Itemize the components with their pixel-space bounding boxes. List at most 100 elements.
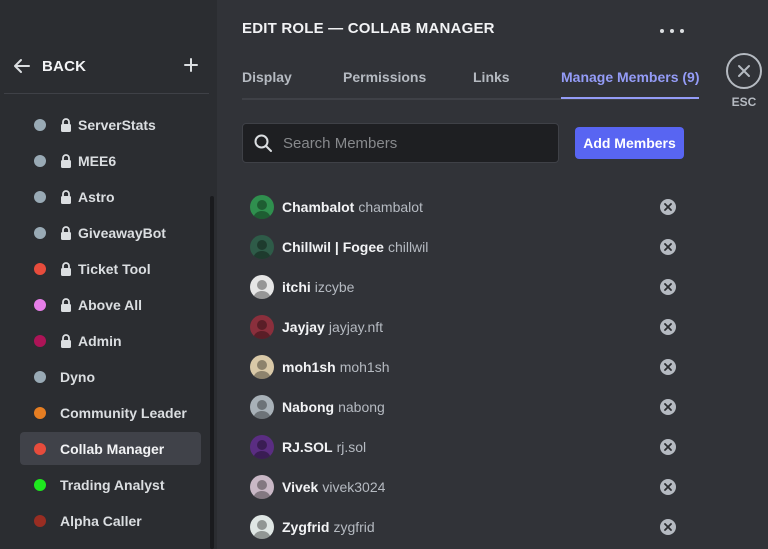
role-name-label: Community Leader	[60, 404, 187, 421]
remove-member-button[interactable]	[660, 239, 676, 255]
member-display-name: Chillwil | Fogee	[282, 239, 384, 255]
tab-bar: Display Permissions Links Manage Members…	[242, 62, 700, 100]
member-display-name: Jayjay	[282, 319, 325, 335]
member-display-name: Vivek	[282, 479, 319, 495]
lock-icon	[60, 297, 72, 312]
remove-member-button[interactable]	[660, 279, 676, 295]
role-color-dot	[34, 262, 46, 275]
sidebar-item-role[interactable]: ServerStats	[20, 108, 201, 141]
role-name-label: Astro	[78, 188, 115, 205]
add-role-button[interactable]	[180, 54, 202, 76]
member-row: itchi izcybe	[242, 267, 690, 307]
member-list: Chambalot chambalot Chillwil | Fogee chillw…	[242, 187, 690, 547]
sidebar-item-role[interactable]: Dyno	[20, 360, 201, 393]
role-color-dot	[34, 154, 46, 167]
sidebar-item-role[interactable]: Ticket Tool	[20, 252, 201, 285]
member-row: Chillwil | Fogee chillwil	[242, 227, 690, 267]
role-name-label: Collab Manager	[60, 440, 165, 457]
sidebar-item-role[interactable]: GiveawayBot	[20, 216, 201, 249]
role-color-dot	[34, 118, 46, 131]
close-button[interactable]	[726, 53, 762, 89]
sidebar-item-role[interactable]: Admin	[20, 324, 201, 357]
role-color-dot	[34, 514, 46, 527]
plus-icon	[184, 58, 198, 72]
remove-member-button[interactable]	[660, 199, 676, 215]
back-label: BACK	[42, 57, 87, 75]
close-group: ESC	[726, 53, 762, 109]
role-name-label: ServerStats	[78, 116, 156, 133]
lock-icon	[60, 117, 72, 132]
esc-label: ESC	[731, 95, 757, 109]
avatar	[250, 355, 274, 379]
member-row: Zygfrid zygfrid	[242, 507, 690, 547]
more-options-button[interactable]	[660, 22, 684, 40]
sidebar-header: BACK	[0, 46, 210, 86]
role-sidebar: BACK ServerStats MEE6 Astro GiveawayBot Tick…	[0, 0, 217, 549]
sidebar-item-role[interactable]: Alpha Caller	[20, 504, 201, 537]
remove-member-button[interactable]	[660, 319, 676, 335]
close-icon	[664, 403, 672, 411]
sidebar-item-role[interactable]: Trading Analyst	[20, 468, 201, 501]
avatar	[250, 275, 274, 299]
sidebar-item-role[interactable]: MEE6	[20, 144, 201, 177]
member-username: vivek3024	[322, 479, 386, 495]
avatar	[250, 195, 274, 219]
lock-icon	[60, 225, 72, 240]
tab-links[interactable]: Links	[473, 69, 510, 97]
avatar	[250, 515, 274, 539]
avatar	[250, 235, 274, 259]
member-username: moh1sh	[339, 359, 390, 375]
close-icon	[664, 283, 672, 291]
member-row: Jayjay jayjay.nft	[242, 307, 690, 347]
remove-member-button[interactable]	[660, 519, 676, 535]
role-color-dot	[34, 370, 46, 383]
role-color-dot	[34, 406, 46, 419]
sidebar-scrollbar-thumb[interactable]	[210, 196, 214, 549]
role-color-dot	[34, 334, 46, 347]
more-dot-icon	[680, 29, 684, 33]
member-row: Chambalot chambalot	[242, 187, 690, 227]
role-name-label: Ticket Tool	[78, 260, 151, 277]
member-display-name: Nabong	[282, 399, 335, 415]
lock-icon	[60, 189, 72, 204]
remove-member-button[interactable]	[660, 479, 676, 495]
role-name-label: Alpha Caller	[60, 512, 142, 529]
avatar	[250, 435, 274, 459]
close-icon	[738, 65, 750, 77]
tab-permissions[interactable]: Permissions	[343, 69, 426, 97]
member-row: Nabong nabong	[242, 387, 690, 427]
role-name-label: GiveawayBot	[78, 224, 166, 241]
avatar	[250, 315, 274, 339]
member-display-name: Zygfrid	[282, 519, 330, 535]
member-row: Vivek vivek3024	[242, 467, 690, 507]
member-username: rj.sol	[336, 439, 367, 455]
sidebar-item-role[interactable]: Astro	[20, 180, 201, 213]
arrow-left-icon	[14, 59, 30, 73]
tab-manage-members[interactable]: Manage Members (9)	[561, 69, 700, 99]
close-icon	[664, 203, 672, 211]
sidebar-item-role[interactable]: Above All	[20, 288, 201, 321]
remove-member-button[interactable]	[660, 359, 676, 375]
search-members-input[interactable]	[283, 134, 543, 152]
close-icon	[664, 443, 672, 451]
role-color-dot	[34, 190, 46, 203]
add-members-button[interactable]: Add Members	[575, 127, 684, 159]
search-icon	[254, 134, 272, 152]
remove-member-button[interactable]	[660, 399, 676, 415]
sidebar-item-role[interactable]: Collab Manager	[20, 432, 201, 465]
close-icon	[664, 483, 672, 491]
close-icon	[664, 363, 672, 371]
member-display-name: itchi	[282, 279, 311, 295]
remove-member-button[interactable]	[660, 439, 676, 455]
tab-display[interactable]: Display	[242, 69, 292, 97]
lock-icon	[60, 333, 72, 348]
sidebar-item-role[interactable]: Community Leader	[20, 396, 201, 429]
avatar	[250, 395, 274, 419]
back-button[interactable]: BACK	[12, 54, 86, 78]
more-dot-icon	[670, 29, 674, 33]
search-member-box	[242, 123, 559, 163]
member-display-name: Chambalot	[282, 199, 355, 215]
role-name-label: Above All	[78, 296, 143, 313]
more-dot-icon	[660, 29, 664, 33]
lock-icon	[60, 153, 72, 168]
